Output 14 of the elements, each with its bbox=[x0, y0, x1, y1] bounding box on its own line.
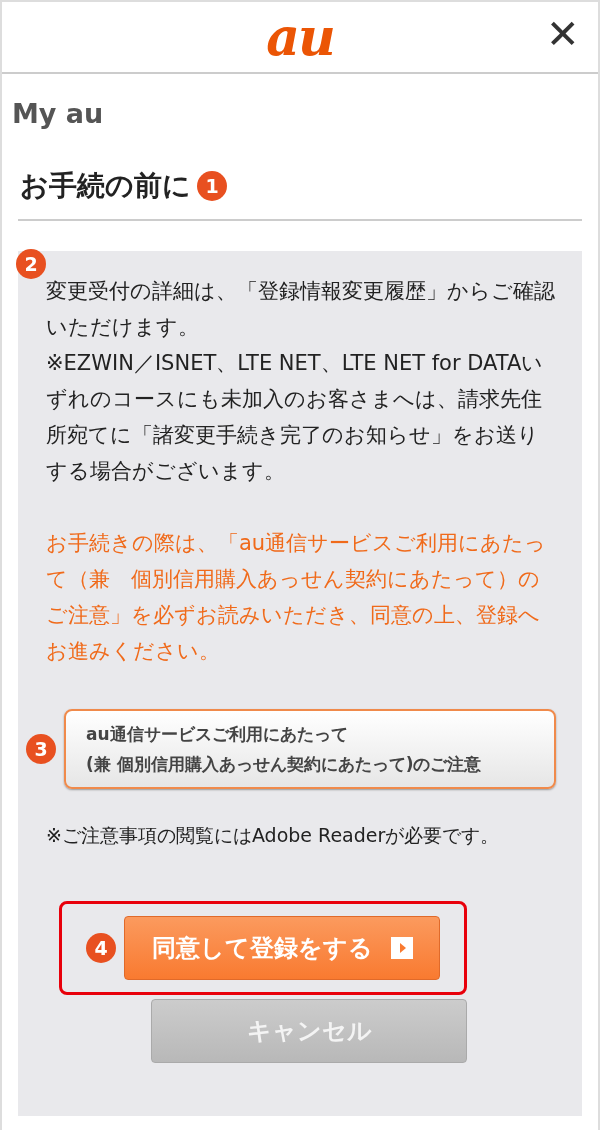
au-logo: au bbox=[266, 11, 334, 63]
terms-document-button[interactable]: au通信サービスご利用にあたって (兼 個別信用購入あっせん契約にあたって)のご注意 bbox=[64, 709, 556, 789]
page-heading: お手続の前に bbox=[20, 168, 191, 204]
note-text: ※ご注意事項の閲覧にはAdobe Readerが必要です。 bbox=[46, 823, 501, 848]
close-button[interactable]: ✕ bbox=[546, 14, 580, 54]
callout-number: 4 bbox=[86, 933, 116, 963]
breadcrumb: My au bbox=[12, 98, 105, 129]
body-text: ※EZWIN／ISNET、LTE NET、LTE NET for DATAいずれのコースにも未加入のお客さまへは、請求先住所宛てに「諸変更手続き完了のお知らせ」をお送りする場合がございます。 bbox=[46, 350, 545, 485]
callout-number: 2 bbox=[16, 249, 46, 279]
callout-number: 3 bbox=[26, 734, 56, 764]
play-icon bbox=[390, 937, 413, 959]
callout-number: 1 bbox=[197, 171, 227, 201]
body-text: 変更受付の詳細は、「登録情報変更履歴」からご確認いただけます。 bbox=[46, 278, 556, 341]
notice-text: お手続きの際は、「au通信サービスご利用にあたって（兼 個別信用購入あっせん契約にあたって）のご注意」を必ずお読みいただき、同意の上、登録へお進みください。 bbox=[46, 530, 548, 665]
